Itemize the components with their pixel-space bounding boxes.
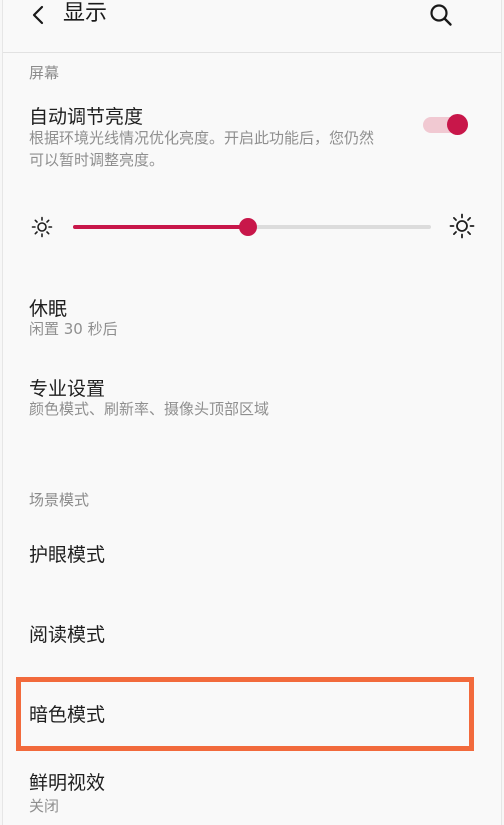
brightness-high-icon [449,213,475,239]
page-title: 显示 [63,1,108,26]
auto-brightness-desc-line1: 根据环境光线情况优化亮度。开启此功能后，您仍然 [29,129,375,147]
sleep-title: 休眠 [29,298,68,320]
chevron-left-icon [32,5,44,25]
sleep-sub: 闲置 30 秒后 [29,320,118,338]
search-icon [430,4,452,26]
auto-brightness-item[interactable]: 自动调节亮度 根据环境光线情况优化亮度。开启此功能后，您仍然 可以暂时调整亮度。 [3,98,501,178]
slider-thumb[interactable] [239,218,257,236]
dark-mode-title: 暗色模式 [29,704,106,726]
brightness-low-icon [31,216,53,238]
reading-mode-title: 阅读模式 [29,624,106,646]
section-label-scene: 场景模式 [29,491,90,509]
back-button[interactable] [25,2,51,28]
pro-settings-item[interactable]: 专业设置 颜色模式、刷新率、摄像头顶部区域 [3,370,501,426]
auto-brightness-desc-line2: 可以暂时调整亮度。 [29,151,165,169]
search-button[interactable] [427,1,455,29]
vivid-effect-item[interactable]: 鲜明视效 关闭 [3,764,501,820]
header-bar: 显示 [3,0,501,53]
auto-brightness-title: 自动调节亮度 [29,106,144,128]
eye-care-mode-item[interactable]: 护眼模式 [3,530,501,580]
slider-fill [73,225,248,229]
pro-settings-sub: 颜色模式、刷新率、摄像头顶部区域 [29,400,270,418]
vivid-effect-title: 鲜明视效 [29,772,106,794]
reading-mode-item[interactable]: 阅读模式 [3,610,501,660]
section-label-screen: 屏幕 [29,64,60,82]
toggle-knob [447,114,468,135]
auto-brightness-toggle[interactable] [423,114,468,136]
eye-care-mode-title: 护眼模式 [29,544,106,566]
brightness-slider[interactable] [73,217,431,237]
dark-mode-item[interactable]: 暗色模式 [3,690,501,740]
display-settings-screen: 显示 屏幕 自动调节亮度 根据环境光线情况优化亮度。开启此功能后，您仍然 可以暂… [2,0,502,825]
pro-settings-title: 专业设置 [29,378,106,400]
sleep-item[interactable]: 休眠 闲置 30 秒后 [3,290,501,346]
vivid-effect-sub: 关闭 [29,797,60,815]
